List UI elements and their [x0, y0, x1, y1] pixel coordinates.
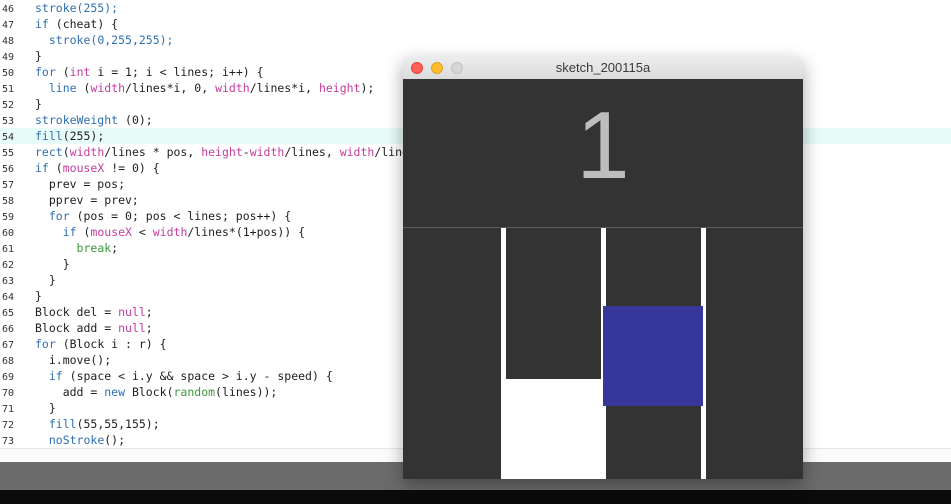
code-text: if (mouseX != 0) { [35, 161, 160, 175]
code-text: i.move(); [35, 353, 112, 367]
player-block [501, 379, 606, 479]
sketch-canvas[interactable]: 1 [403, 79, 803, 479]
code-text: add = new Block(random(lines)); [35, 385, 278, 399]
code-text: } [35, 273, 56, 287]
falling-block [603, 306, 703, 406]
code-text: strokeWeight (0); [35, 113, 153, 127]
code-text: for (pos = 0; pos < lines; pos++) { [48, 209, 292, 223]
code-text: if (cheat) { [35, 17, 119, 31]
sketch-window[interactable]: sketch_200115a 1 [403, 57, 803, 479]
score-display: 1 [576, 92, 630, 199]
code-text: for (int i = 1; i < lines; i++) { [35, 65, 264, 79]
code-text: } [35, 49, 42, 63]
window-titlebar[interactable]: sketch_200115a [403, 57, 803, 80]
code-text: } [35, 97, 42, 111]
code-text: noStroke(); [48, 433, 126, 447]
bottom-strip [0, 490, 951, 504]
code-text: stroke(255); [35, 1, 119, 15]
line-number: 73 [1, 436, 14, 447]
code-text: } [35, 257, 70, 271]
code-text: Block add = null; [35, 321, 153, 335]
code-text: Block del = null; [35, 305, 153, 319]
window-title: sketch_200115a [555, 60, 651, 75]
code-text: } [35, 401, 56, 415]
code-text: line (width/lines*i, 0, width/lines*i, h… [48, 81, 375, 95]
code-text: pprev = prev; [35, 193, 139, 207]
code-text: for (Block i : r) { [35, 337, 167, 351]
code-text: if (space < i.y && space > i.y - speed) … [48, 369, 333, 383]
code-text: break; [76, 241, 119, 255]
code-text: if (mouseX < width/lines*(1+pos)) { [62, 225, 306, 239]
code-text: } [35, 289, 42, 303]
code-text: stroke(0,255,255); [48, 33, 174, 47]
code-line[interactable]: 46 stroke(255); [0, 0, 951, 16]
code-text: fill(55,55,155); [48, 417, 160, 431]
code-text: prev = pos; [35, 177, 126, 191]
code-line[interactable]: 47 if (cheat) { [0, 16, 951, 32]
code-text: fill(255); [35, 129, 105, 143]
code-line[interactable]: 48 stroke(0,255,255); [0, 32, 951, 48]
